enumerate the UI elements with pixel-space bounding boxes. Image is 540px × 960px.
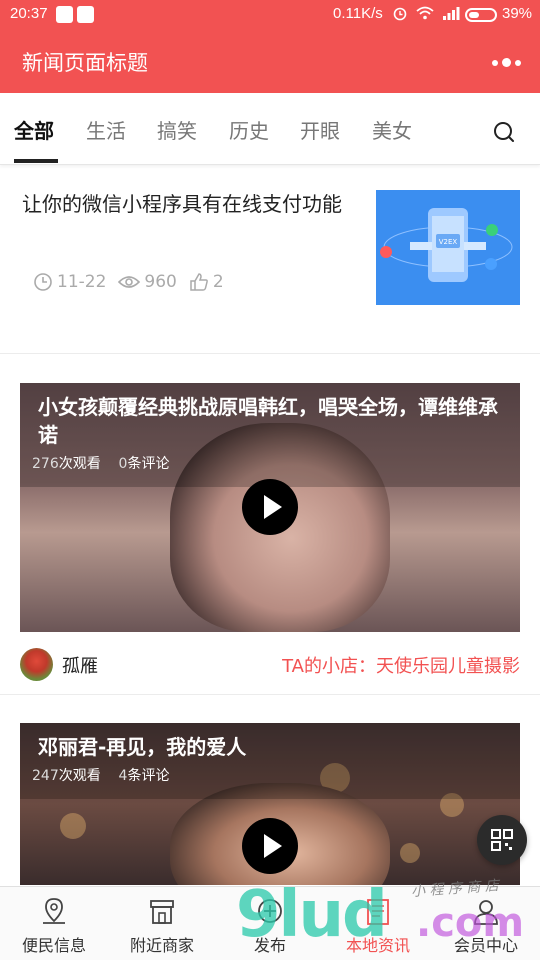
tab-eye-opening[interactable]: 开眼: [300, 115, 340, 144]
shop-link[interactable]: TA的小店：天使乐园儿童摄影: [282, 652, 520, 678]
more-dot-icon: [492, 59, 498, 66]
video-card[interactable]: 邓丽君-再见，我的爱人 247次观看 4条评论: [20, 723, 520, 885]
article-meta: 11-22 960 2: [33, 272, 236, 292]
video-views-count: 247: [32, 768, 59, 784]
video-views-label: 次观看: [58, 768, 101, 784]
battery-percent: 39%: [502, 5, 533, 22]
article-date: 11-22: [33, 272, 106, 292]
video-title: 小女孩颠覆经典挑战原唱韩红，唱哭全场，谭维维承诺: [38, 395, 498, 447]
video-card[interactable]: 小女孩颠覆经典挑战原唱韩红，唱哭全场，谭维维承诺 276次观看 0条评论: [20, 383, 520, 632]
article-title[interactable]: 让你的微信小程序具有在线支付功能: [22, 188, 362, 220]
category-tabs: 全部 生活 搞笑 历史 开眼 美女: [0, 93, 540, 165]
status-system-icons: [392, 5, 460, 21]
author-name[interactable]: 孤雁: [62, 652, 98, 678]
more-dot-icon: [502, 58, 511, 67]
video-views-count: 276: [32, 456, 59, 472]
battery-icon: [465, 8, 497, 22]
article-card[interactable]: 让你的微信小程序具有在线支付功能 11-22 960 2 V2EX: [0, 166, 540, 354]
article-views: 960: [118, 272, 177, 292]
shield-notification-icon: [56, 6, 73, 23]
author-shop-row: 孤雁 TA的小店：天使乐园儿童摄影: [0, 633, 540, 695]
status-app-icons: [56, 6, 94, 23]
video-comments-label: 条评论: [127, 456, 170, 472]
status-time: 20:37: [10, 5, 48, 22]
nav-item-local-info[interactable]: 便民信息: [0, 887, 108, 960]
wifi-icon: [416, 6, 434, 20]
alarm-icon: [393, 7, 407, 21]
phone-illustration-icon: V2EX: [380, 208, 513, 282]
video-stats: 247次观看 4条评论: [32, 765, 169, 785]
bokeh-light: [60, 813, 86, 839]
page-title: 新闻页面标题: [22, 51, 148, 75]
qr-code-button[interactable]: [477, 815, 527, 865]
video-views-label: 次观看: [58, 456, 101, 472]
more-menu-button[interactable]: [492, 58, 521, 67]
nav-label: 附近商家: [129, 936, 194, 955]
tab-beauty[interactable]: 美女: [372, 115, 412, 144]
video-stats: 276次观看 0条评论: [32, 453, 169, 473]
watermark-tagline: 小 程 序 商 店: [410, 877, 500, 901]
watermark-domain: .com: [416, 900, 525, 946]
search-icon[interactable]: [492, 120, 516, 144]
store-icon: [150, 900, 174, 924]
nav-label: 便民信息: [21, 936, 86, 955]
watermark-logo-text: 9lud: [236, 878, 388, 952]
status-bar: 20:37 0.11K/s 39%: [0, 0, 540, 30]
signal-icon: [443, 7, 460, 20]
thumbs-up-icon: [190, 273, 208, 291]
active-tab-indicator: [14, 159, 58, 163]
wechat-notification-icon: [77, 6, 94, 23]
play-button[interactable]: [242, 479, 298, 535]
watermark: 9lud .com 小 程 序 商 店: [236, 878, 536, 958]
nav-item-nearby-merchants[interactable]: 附近商家: [108, 887, 216, 960]
article-date-text: 11-22: [57, 272, 107, 292]
tab-funny[interactable]: 搞笑: [157, 115, 197, 144]
article-likes-text: 2: [212, 272, 224, 292]
tab-history[interactable]: 历史: [229, 115, 269, 144]
article-thumbnail[interactable]: V2EX: [376, 190, 520, 305]
author-avatar[interactable]: [20, 648, 53, 681]
video-comments-label: 条评论: [127, 768, 170, 784]
play-button[interactable]: [242, 818, 298, 874]
thumb-v2ex-label: V2EX: [439, 238, 458, 246]
network-speed: 0.11K/s: [333, 5, 383, 22]
bokeh-light: [400, 843, 420, 863]
eye-icon: [118, 276, 141, 288]
article-views-text: 960: [144, 272, 177, 292]
title-bar: 新闻页面标题: [0, 30, 540, 93]
article-likes[interactable]: 2: [189, 272, 224, 292]
more-dot-icon: [515, 59, 521, 66]
map-pin-icon: [43, 898, 65, 924]
tab-life[interactable]: 生活: [86, 115, 126, 144]
video-title: 邓丽君-再见，我的爱人: [38, 735, 247, 759]
qr-code-icon: [491, 829, 513, 851]
clock-icon: [34, 273, 52, 291]
tab-all[interactable]: 全部: [14, 115, 54, 144]
